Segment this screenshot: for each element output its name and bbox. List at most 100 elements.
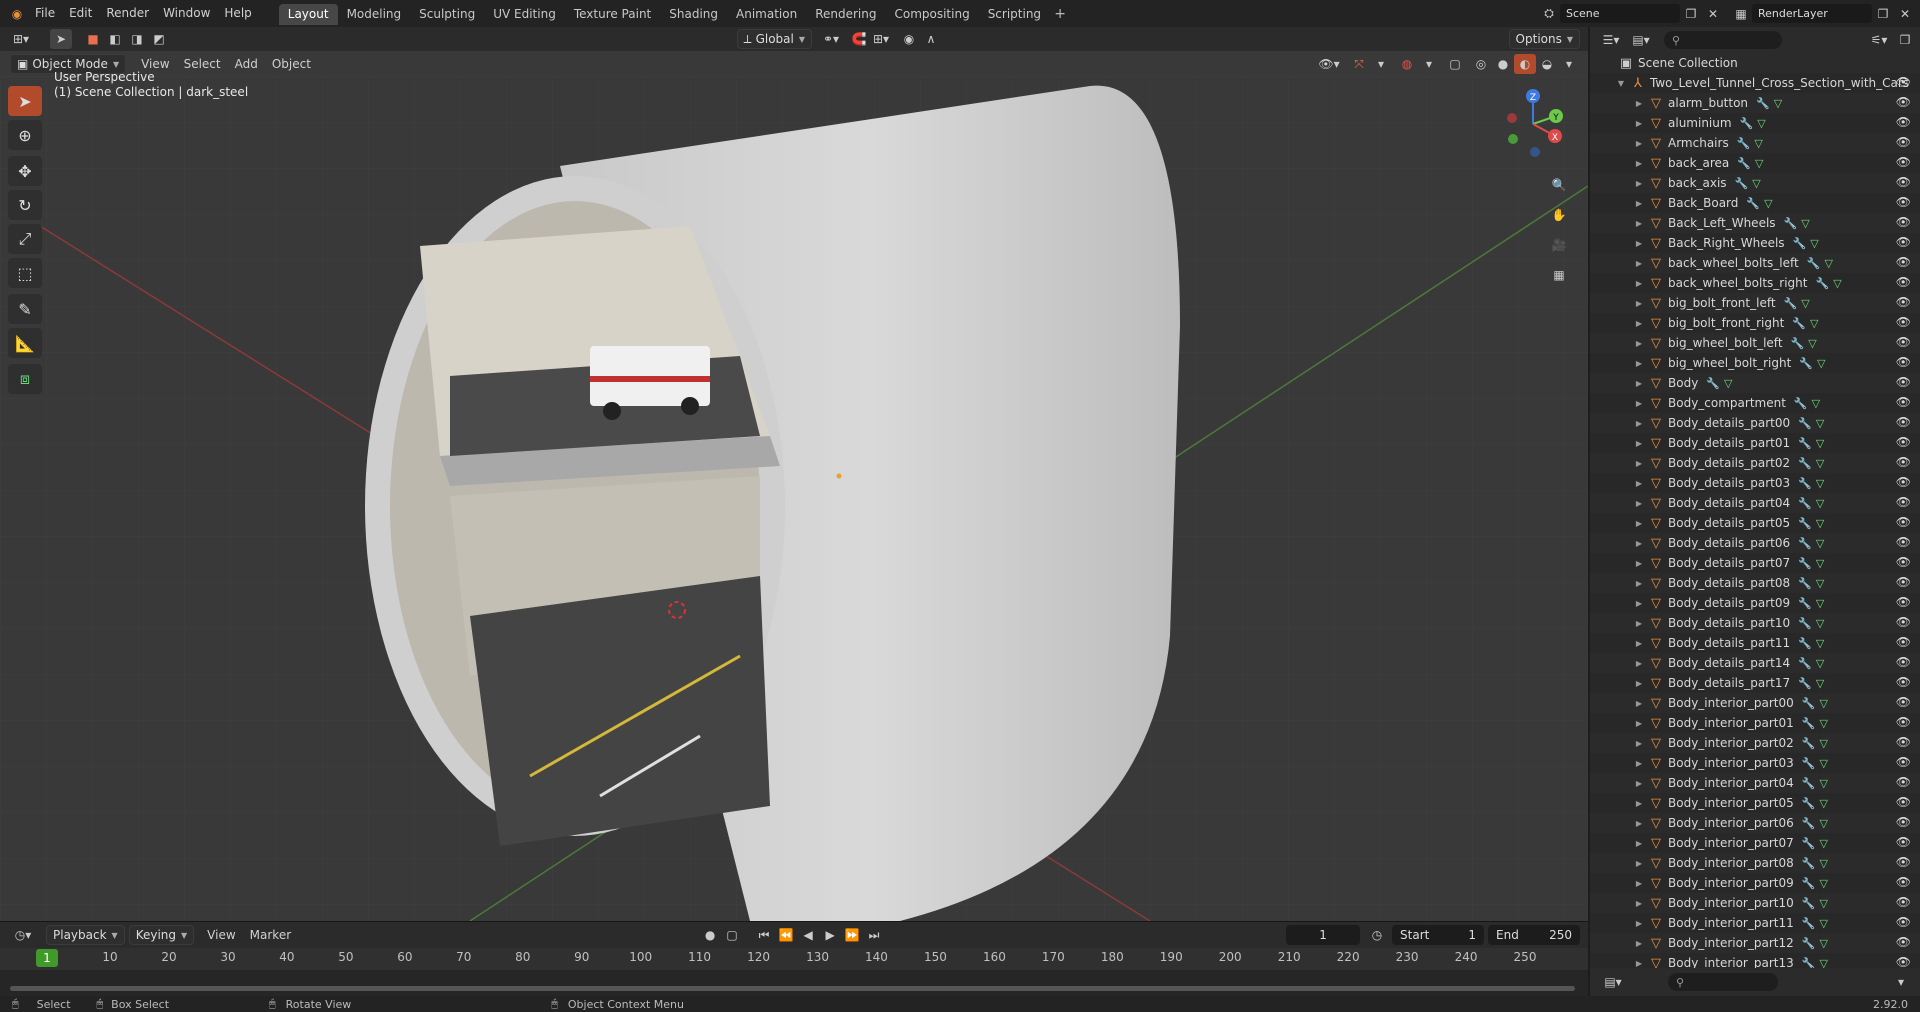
modifier-wrench-icon[interactable]: 🔧 (1794, 397, 1808, 410)
expand-right-icon[interactable]: ▶ (1634, 319, 1644, 328)
modifier-wrench-icon[interactable]: 🔧 (1798, 537, 1812, 550)
close-layer-icon[interactable]: ✕ (1894, 4, 1916, 24)
modifier-wrench-icon[interactable]: 🔧 (1802, 817, 1816, 830)
menu-help[interactable]: Help (217, 0, 258, 27)
expand-right-icon[interactable]: ▶ (1634, 219, 1644, 228)
mesh-data-icon[interactable]: ▽ (1816, 637, 1824, 650)
modifier-wrench-icon[interactable]: 🔧 (1802, 837, 1816, 850)
expand-right-icon[interactable]: ▶ (1634, 679, 1644, 688)
expand-right-icon[interactable]: ▶ (1634, 639, 1644, 648)
eye-icon[interactable]: 👁 (1896, 715, 1911, 729)
expand-right-icon[interactable]: ▶ (1634, 959, 1644, 968)
outliner-object-row[interactable]: ▶ ▽ Armchairs 🔧 ▽ 👁 (1590, 133, 1920, 153)
modifier-wrench-icon[interactable]: 🔧 (1802, 777, 1816, 790)
jump-prev-key-icon[interactable]: ⏪ (775, 925, 797, 945)
eye-icon[interactable]: 👁 (1896, 75, 1911, 89)
close-scene-icon[interactable]: ✕ (1702, 4, 1724, 24)
scene-icon[interactable]: ⛭ (1538, 4, 1560, 24)
modifier-wrench-icon[interactable]: 🔧 (1802, 697, 1816, 710)
mesh-data-icon[interactable]: ▽ (1816, 617, 1824, 630)
cursor-tool-icon[interactable]: ⊕ (8, 120, 42, 150)
snap-target-icon[interactable]: ⊞▾ (870, 29, 892, 49)
mesh-data-icon[interactable]: ▽ (1774, 97, 1782, 110)
tab-uv-editing[interactable]: UV Editing (484, 4, 565, 25)
render-layer-icon[interactable]: ▦ (1730, 4, 1752, 24)
start-frame-field[interactable]: Start 1 (1392, 925, 1485, 945)
expand-right-icon[interactable]: ▶ (1634, 299, 1644, 308)
modifier-wrench-icon[interactable]: 🔧 (1802, 797, 1816, 810)
scene-selector[interactable]: Scene (1560, 4, 1680, 23)
select-box-tool-icon[interactable]: ➤ (8, 86, 42, 116)
eye-icon[interactable]: 👁 (1896, 515, 1911, 529)
eye-icon[interactable]: 👁 (1896, 195, 1911, 209)
measure-tool-icon[interactable]: 📐 (8, 328, 42, 358)
eye-icon[interactable]: 👁 (1896, 335, 1911, 349)
expand-right-icon[interactable]: ▶ (1634, 799, 1644, 808)
mesh-data-icon[interactable]: ▽ (1808, 337, 1816, 350)
tab-texture-paint[interactable]: Texture Paint (565, 4, 660, 25)
tab-rendering[interactable]: Rendering (806, 4, 885, 25)
modifier-wrench-icon[interactable]: 🔧 (1802, 897, 1816, 910)
eye-icon[interactable]: 👁 (1896, 895, 1911, 909)
eye-icon[interactable]: 👁 (1896, 215, 1911, 229)
outliner-object-row[interactable]: ▶ ▽ Body_details_part03 🔧 ▽ 👁 (1590, 473, 1920, 493)
add-cube-tool-icon[interactable]: ⧈ (8, 364, 42, 394)
mesh-data-icon[interactable]: ▽ (1816, 477, 1824, 490)
eye-icon[interactable]: 👁 (1896, 495, 1911, 509)
outliner-object-row[interactable]: ▶ ▽ Body_details_part17 🔧 ▽ 👁 (1590, 673, 1920, 693)
mesh-data-icon[interactable]: ▽ (1816, 457, 1824, 470)
mesh-data-icon[interactable]: ▽ (1752, 177, 1760, 190)
modifier-wrench-icon[interactable]: 🔧 (1802, 717, 1816, 730)
eye-icon[interactable]: 👁 (1896, 915, 1911, 929)
modifier-wrench-icon[interactable]: 🔧 (1802, 757, 1816, 770)
eye-icon[interactable]: 👁 (1896, 855, 1911, 869)
viewport-menu-object[interactable]: Object (265, 57, 318, 71)
mesh-data-icon[interactable]: ▽ (1812, 397, 1820, 410)
render-layer-selector[interactable]: RenderLayer (1752, 4, 1872, 23)
record-icon[interactable]: ● (699, 925, 721, 945)
outliner-object-row[interactable]: ▶ ▽ Body_interior_part12 🔧 ▽ 👁 (1590, 933, 1920, 953)
solid-shading-icon[interactable]: ● (1492, 54, 1514, 74)
outliner-editor-icon[interactable]: ☰▾ (1596, 30, 1626, 50)
modifier-wrench-icon[interactable]: 🔧 (1798, 657, 1812, 670)
expand-right-icon[interactable]: ▶ (1634, 879, 1644, 888)
wireframe-shading-icon[interactable]: ◎ (1470, 54, 1492, 74)
mesh-data-icon[interactable]: ▽ (1810, 237, 1818, 250)
mesh-data-icon[interactable]: ▽ (1819, 717, 1827, 730)
expand-right-icon[interactable]: ▶ (1634, 719, 1644, 728)
eye-icon[interactable]: 👁 (1896, 835, 1911, 849)
tab-layout[interactable]: Layout (278, 4, 338, 25)
outliner-object-row[interactable]: ▶ ▽ back_wheel_bolts_left 🔧 ▽ 👁 (1590, 253, 1920, 273)
outliner-object-row[interactable]: ▶ ▽ Body_interior_part03 🔧 ▽ 👁 (1590, 753, 1920, 773)
outliner-object-row[interactable]: ▶ ▽ Body_details_part04 🔧 ▽ 👁 (1590, 493, 1920, 513)
mesh-data-icon[interactable]: ▽ (1801, 297, 1809, 310)
outliner-object-row[interactable]: ▶ ▽ big_bolt_front_right 🔧 ▽ 👁 (1590, 313, 1920, 333)
display-mode-icon[interactable]: ▤▾ (1626, 30, 1656, 50)
eye-icon[interactable]: 👁 (1896, 555, 1911, 569)
eye-icon[interactable]: 👁 (1896, 155, 1911, 169)
outliner-object-row[interactable]: ▶ ▽ Body_interior_part02 🔧 ▽ 👁 (1590, 733, 1920, 753)
outliner-object-row[interactable]: ▶ ▽ aluminium 🔧 ▽ 👁 (1590, 113, 1920, 133)
modifier-wrench-icon[interactable]: 🔧 (1799, 357, 1813, 370)
outliner-object-row[interactable]: ▶ ▽ Body_details_part07 🔧 ▽ 👁 (1590, 553, 1920, 573)
keying-dropdown[interactable]: Keying ▼ (128, 925, 195, 945)
eye-icon[interactable]: 👁 (1896, 615, 1911, 629)
modifier-wrench-icon[interactable]: 🔧 (1798, 417, 1812, 430)
expand-right-icon[interactable]: ▶ (1634, 179, 1644, 188)
mesh-data-icon[interactable]: ▽ (1819, 737, 1827, 750)
expand-right-icon[interactable]: ▶ (1634, 659, 1644, 668)
expand-right-icon[interactable]: ▶ (1634, 739, 1644, 748)
mesh-data-icon[interactable]: ▽ (1810, 317, 1818, 330)
mesh-data-icon[interactable]: ▽ (1801, 217, 1809, 230)
editor-type-icon[interactable]: ⊞▾ (6, 29, 36, 49)
eye-icon[interactable]: 👁 (1896, 115, 1911, 129)
mesh-data-icon[interactable]: ▽ (1816, 657, 1824, 670)
play-icon[interactable]: ▶ (819, 925, 841, 945)
tab-compositing[interactable]: Compositing (885, 4, 978, 25)
mesh-data-icon[interactable]: ▽ (1816, 437, 1824, 450)
modifier-wrench-icon[interactable]: 🔧 (1784, 297, 1798, 310)
jump-next-key-icon[interactable]: ⏩ (841, 925, 863, 945)
eye-icon[interactable]: 👁 (1896, 535, 1911, 549)
modifier-wrench-icon[interactable]: 🔧 (1756, 97, 1770, 110)
outliner-object-row[interactable]: ▶ ▽ Back_Right_Wheels 🔧 ▽ 👁 (1590, 233, 1920, 253)
